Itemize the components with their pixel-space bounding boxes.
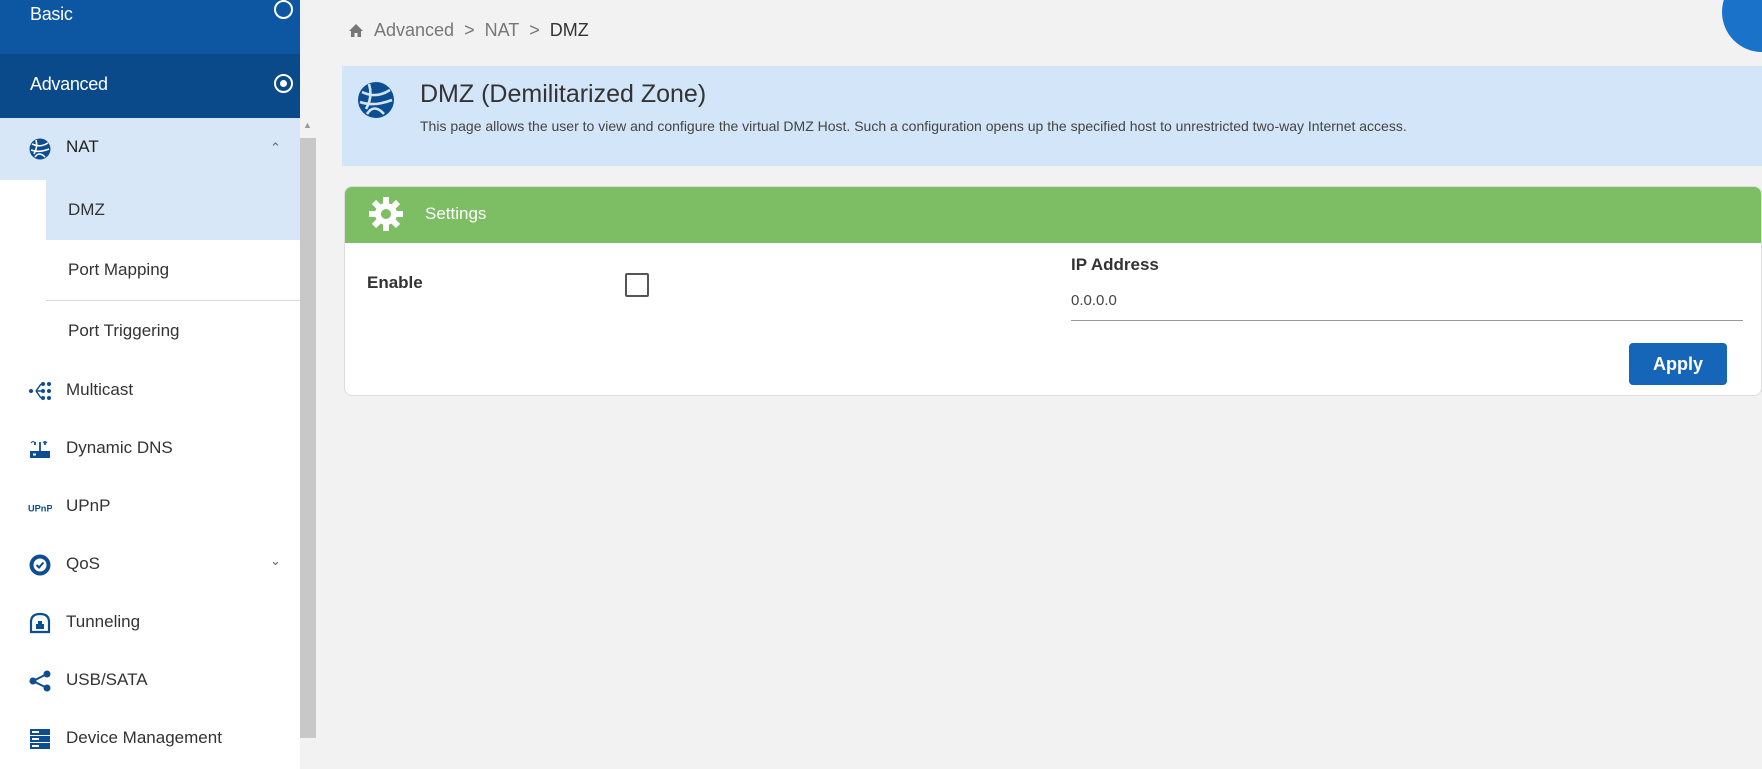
sidebar-item-nat[interactable]: NAT ⌃	[0, 118, 300, 180]
sidebar-item-multicast[interactable]: Multicast	[0, 361, 300, 419]
sidebar-item-usb-sata[interactable]: USB/SATA	[0, 651, 300, 709]
server-icon	[28, 727, 52, 751]
sidebar-item-upnp[interactable]: UPnP UPnP	[0, 477, 300, 535]
sidebar-item-upnp-label: UPnP	[66, 496, 111, 515]
sidebar-subitem-dmz-label: DMZ	[68, 200, 105, 219]
sidebar-item-tunneling-label: Tunneling	[66, 612, 141, 631]
gear-icon	[367, 195, 405, 233]
mode-basic-label: Basic	[30, 4, 73, 24]
multicast-icon	[28, 379, 52, 403]
sidebar-subitem-port-triggering-label: Port Triggering	[68, 321, 180, 340]
breadcrumb-separator: >	[529, 20, 540, 40]
enable-checkbox[interactable]	[625, 273, 649, 297]
sidebar-subitem-dmz[interactable]: DMZ	[46, 180, 300, 240]
page-header: DMZ (Demilitarized Zone) This page allow…	[342, 66, 1762, 166]
sidebar-item-nat-label: NAT	[66, 137, 99, 156]
tunnel-icon	[28, 611, 52, 635]
enable-label: Enable	[367, 273, 423, 292]
chevron-up-icon[interactable]: ⌃	[270, 140, 281, 156]
qos-icon	[28, 553, 52, 577]
breadcrumb-dmz: DMZ	[549, 20, 589, 40]
home-icon[interactable]	[348, 23, 364, 38]
page-description: This page allows the user to view and co…	[420, 118, 1407, 134]
share-icon	[28, 669, 52, 693]
sidebar: Basic Advanced NAT ⌃ DMZ Port Mapping Po…	[0, 0, 300, 769]
sidebar-subitem-port-mapping[interactable]: Port Mapping	[46, 240, 300, 300]
settings-panel: Settings Enable IP Address Apply	[344, 186, 1762, 396]
app: Basic Advanced NAT ⌃ DMZ Port Mapping Po…	[0, 0, 1762, 769]
sidebar-item-usb-sata-label: USB/SATA	[66, 670, 148, 689]
mode-tab-basic[interactable]: Basic	[0, 0, 300, 56]
user-avatar[interactable]	[1722, 0, 1762, 52]
globe-icon	[356, 80, 396, 120]
sidebar-item-qos[interactable]: QoS ⌄	[0, 535, 300, 593]
mode-tab-advanced[interactable]: Advanced	[0, 54, 300, 118]
settings-header: Settings	[345, 187, 1761, 243]
apply-button[interactable]: Apply	[1629, 343, 1727, 385]
breadcrumb-nat[interactable]: NAT	[485, 20, 520, 41]
breadcrumb-separator: >	[464, 20, 475, 40]
ip-address-input[interactable]	[1071, 281, 1743, 321]
page-title: DMZ (Demilitarized Zone)	[420, 80, 707, 108]
sidebar-item-dynamic-dns-label: Dynamic DNS	[66, 438, 173, 457]
sidebar-subitem-port-mapping-label: Port Mapping	[68, 260, 170, 279]
breadcrumb: Advanced > NAT > DMZ	[348, 20, 589, 41]
globe-icon	[28, 137, 52, 161]
mode-advanced-radio[interactable]	[274, 74, 293, 93]
ip-address-label: IP Address	[1071, 255, 1159, 274]
sidebar-subitem-port-triggering[interactable]: Port Triggering	[46, 301, 300, 361]
sidebar-item-multicast-label: Multicast	[66, 380, 134, 399]
chevron-down-icon[interactable]: ⌄	[270, 553, 281, 569]
sidebar-item-device-management-label: Device Management	[66, 728, 222, 747]
sidebar-item-dynamic-dns[interactable]: Dynamic DNS	[0, 419, 300, 477]
upnp-icon: UPnP	[28, 495, 52, 519]
scroll-up-arrow-icon[interactable]: ▲	[303, 120, 312, 130]
mode-basic-radio[interactable]	[274, 0, 293, 19]
sidebar-item-tunneling[interactable]: Tunneling	[0, 593, 300, 651]
router-icon	[28, 437, 52, 461]
sidebar-scrollbar-thumb[interactable]	[300, 138, 316, 738]
sidebar-item-device-management[interactable]: Device Management	[0, 709, 300, 767]
mode-advanced-label: Advanced	[30, 74, 108, 94]
breadcrumb-advanced[interactable]: Advanced	[374, 20, 454, 41]
sidebar-item-qos-label: QoS	[66, 554, 101, 573]
svg-text:UPnP: UPnP	[28, 504, 52, 514]
settings-title: Settings	[425, 204, 487, 223]
